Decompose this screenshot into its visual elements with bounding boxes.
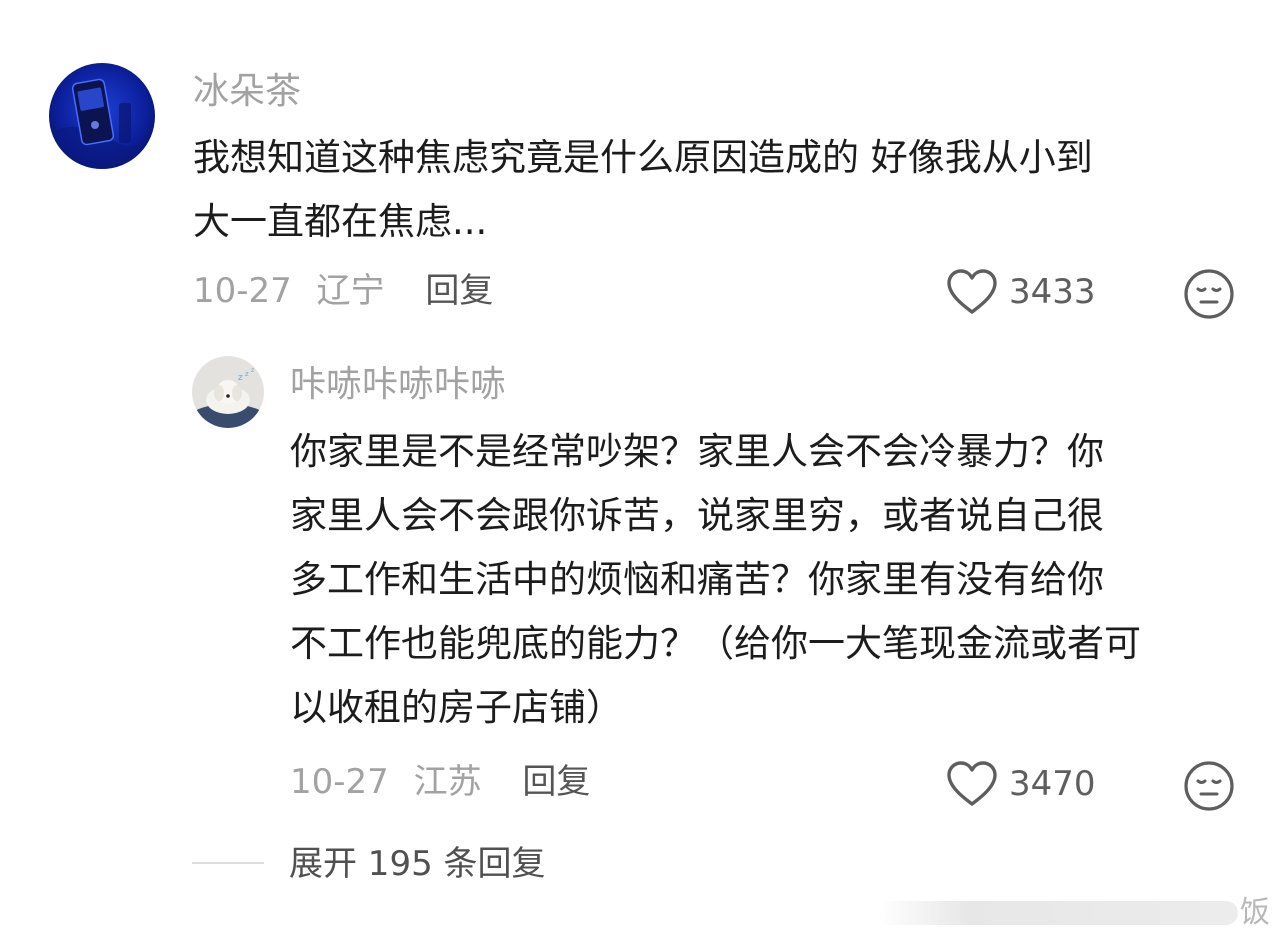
reply-text-line: 你家里是不是经常吵架？家里人会不会冷暴力？你 bbox=[290, 430, 1104, 473]
watermark-text: 饭 bbox=[1240, 895, 1270, 930]
reply-meta: 10-27 江苏 回复 bbox=[290, 760, 590, 804]
comment-text-line: 我想知道这种焦虑究竟是什么原因造成的 好像我从小到 bbox=[193, 136, 1093, 179]
svg-text:z: z bbox=[245, 370, 249, 378]
avatar-image: z z z bbox=[192, 356, 264, 428]
watermark-bar bbox=[878, 901, 1238, 925]
avatar-image bbox=[49, 63, 155, 169]
heart-outline-icon bbox=[947, 761, 997, 806]
reply-reply-button[interactable]: 回复 bbox=[522, 762, 590, 802]
reply-username[interactable]: 咔哧咔哧咔哧 bbox=[290, 363, 506, 407]
reply-text-line: 不工作也能兜底的能力？（给你一大笔现金流或者可 bbox=[290, 622, 1141, 665]
watermark: 饭 bbox=[878, 896, 1270, 930]
comment-text: 我想知道这种焦虑究竟是什么原因造成的 好像我从小到 大一直都在焦虑... bbox=[193, 126, 1093, 254]
reply-location: 江苏 bbox=[413, 762, 482, 802]
reply-text-line: 多工作和生活中的烦恼和痛苦？你家里有没有给你 bbox=[290, 558, 1104, 601]
comment-text-line: 大一直都在焦虑... bbox=[193, 200, 488, 243]
reply-like-count: 3470 bbox=[1009, 764, 1096, 804]
comment-username[interactable]: 冰朵茶 bbox=[193, 70, 301, 114]
reply-button[interactable]: 回复 bbox=[425, 271, 493, 311]
reply-date: 10-27 bbox=[290, 762, 389, 802]
expand-replies-button[interactable]: 展开 195 条回复 bbox=[289, 842, 546, 886]
comment-thread: 冰朵茶 我想知道这种焦虑究竟是什么原因造成的 好像我从小到 大一直都在焦虑...… bbox=[0, 0, 1284, 942]
heart-outline-icon bbox=[947, 269, 997, 314]
comment-location: 辽宁 bbox=[316, 271, 385, 311]
neutral-face-icon bbox=[1184, 269, 1234, 319]
reply-text: 你家里是不是经常吵架？家里人会不会冷暴力？你 家里人会不会跟你诉苦，说家里穷，或… bbox=[290, 420, 1141, 740]
expand-divider bbox=[192, 862, 264, 864]
like-count: 3433 bbox=[1009, 272, 1096, 312]
reply-text-line: 以收租的房子店铺） bbox=[290, 686, 623, 729]
reply-dislike-button[interactable] bbox=[1183, 760, 1235, 812]
dislike-button[interactable] bbox=[1183, 268, 1235, 320]
comment-date: 10-27 bbox=[193, 271, 292, 311]
neutral-face-icon bbox=[1184, 761, 1234, 811]
reply-avatar[interactable]: z z z bbox=[192, 356, 264, 428]
svg-text:z: z bbox=[238, 373, 243, 383]
svg-text:z: z bbox=[251, 367, 254, 374]
avatar[interactable] bbox=[49, 63, 155, 169]
reply-like-button[interactable]: 3470 bbox=[945, 760, 1096, 808]
like-button[interactable]: 3433 bbox=[945, 268, 1096, 316]
reply-text-line: 家里人会不会跟你诉苦，说家里穷，或者说自己很 bbox=[290, 494, 1104, 537]
comment-meta: 10-27 辽宁 回复 bbox=[193, 269, 493, 313]
